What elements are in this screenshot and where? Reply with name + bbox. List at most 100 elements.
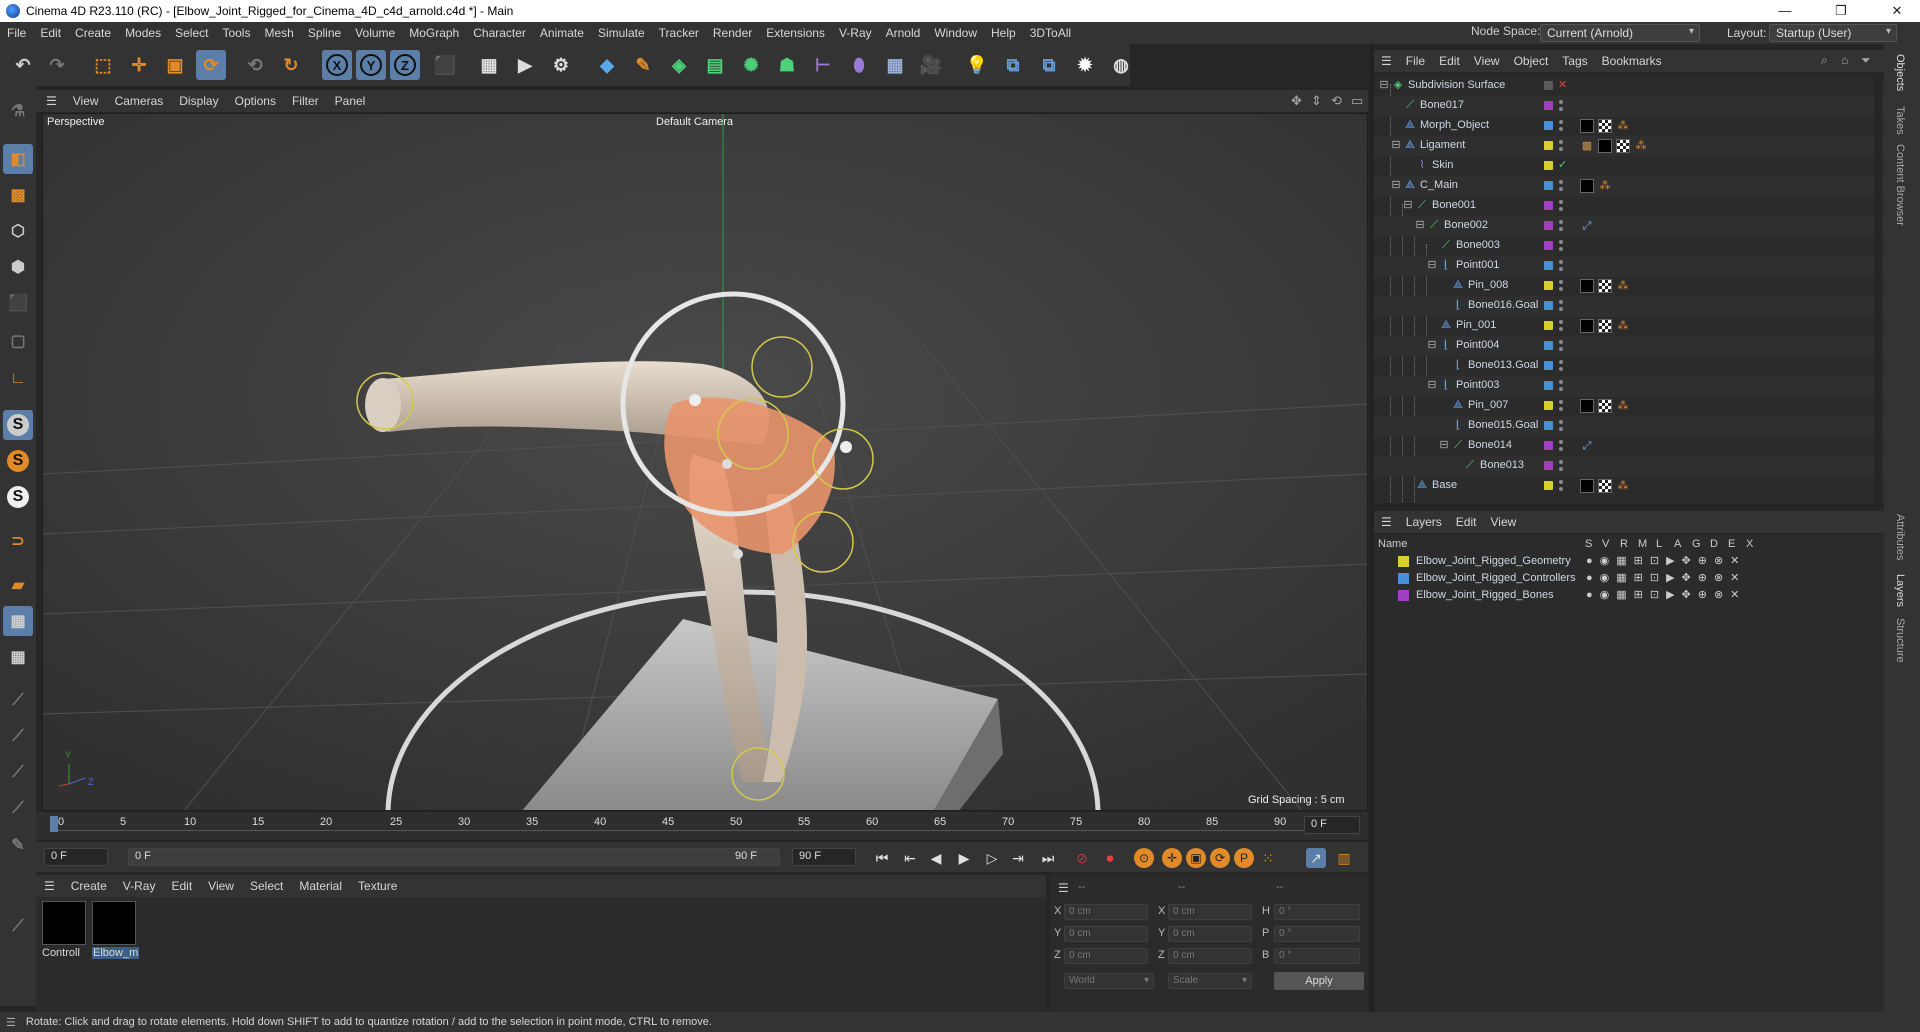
- menu-help[interactable]: Help: [984, 26, 1023, 40]
- hamburger-icon[interactable]: ☰: [0, 1016, 26, 1029]
- visibility-dots[interactable]: [1559, 99, 1563, 113]
- object-row-pin-001[interactable]: ⟁ Pin_001 ⁂: [1374, 316, 1884, 336]
- morph-tag-icon[interactable]: ⁂: [1598, 179, 1612, 193]
- tab-layers[interactable]: Layers: [1894, 574, 1906, 607]
- weight-tag-icon[interactable]: ▩: [1580, 139, 1594, 153]
- menu-mesh[interactable]: Mesh: [257, 26, 300, 40]
- visibility-dots[interactable]: [1559, 419, 1563, 433]
- menu-animate[interactable]: Animate: [533, 26, 591, 40]
- visibility-dots[interactable]: [1559, 199, 1563, 213]
- menu-tools[interactable]: Tools: [215, 26, 257, 40]
- collapse-icon[interactable]: ⊟: [1426, 339, 1438, 351]
- visibility-dots[interactable]: [1559, 339, 1563, 353]
- menu-edit[interactable]: Edit: [33, 26, 68, 40]
- snap-icon[interactable]: S: [3, 410, 33, 440]
- menu-tracker[interactable]: Tracker: [652, 26, 706, 40]
- auto-key-icon[interactable]: ⏺: [1100, 848, 1120, 868]
- snap-white-icon[interactable]: S: [3, 482, 33, 512]
- viewport-menu-panel[interactable]: Panel: [327, 94, 374, 108]
- object-row-bone002[interactable]: ⊟ ⟋ Bone002 ⤢: [1374, 216, 1884, 236]
- object-row-point003[interactable]: ⊟ ⌊ Point003: [1374, 376, 1884, 396]
- object-row-bone014[interactable]: ⊟ ⟋ Bone014 ⤢: [1374, 436, 1884, 456]
- playhead[interactable]: [50, 816, 58, 832]
- coord-mode-dropdown[interactable]: Scale ▾: [1168, 973, 1252, 989]
- key-pla-icon[interactable]: ⁙: [1258, 848, 1278, 868]
- layer-menu-view[interactable]: View: [1483, 515, 1523, 529]
- size-x-field[interactable]: 0 cm: [1168, 904, 1252, 920]
- menu-select[interactable]: Select: [168, 26, 215, 40]
- texture-tag-icon[interactable]: [1598, 319, 1612, 333]
- maximize-view-icon[interactable]: ▭: [1351, 93, 1363, 109]
- layer-menu-layers[interactable]: Layers: [1399, 515, 1449, 529]
- render-settings-icon[interactable]: ⚙: [546, 50, 576, 80]
- material-menu-texture[interactable]: Texture: [350, 879, 405, 893]
- key-parameter-icon[interactable]: P: [1234, 848, 1254, 868]
- tab-objects[interactable]: Objects: [1894, 54, 1906, 91]
- menu-extensions[interactable]: Extensions: [759, 26, 832, 40]
- col-animation[interactable]: A: [1674, 538, 1681, 550]
- next-frame-icon[interactable]: ▷: [982, 848, 1002, 868]
- object-menu-tags[interactable]: Tags: [1555, 54, 1594, 68]
- hamburger-icon[interactable]: ☰: [1058, 881, 1069, 895]
- python2-icon[interactable]: ⧉: [1034, 50, 1064, 80]
- material-tag-icon[interactable]: [1598, 139, 1612, 153]
- current-frame-field[interactable]: 0 F: [1304, 816, 1360, 834]
- grid-lock-icon[interactable]: ▦: [3, 642, 33, 672]
- texture-tag-icon[interactable]: [1616, 139, 1630, 153]
- deformer-icon[interactable]: ⊢: [808, 50, 838, 80]
- close-button[interactable]: ✕: [1874, 0, 1920, 22]
- material-tag-icon[interactable]: [1580, 119, 1594, 133]
- col-expressions[interactable]: E: [1728, 538, 1735, 550]
- dolly-view-icon[interactable]: ⇕: [1311, 93, 1322, 109]
- size-y-field[interactable]: 0 cm: [1168, 926, 1252, 942]
- material-swatch-elbow[interactable]: [92, 901, 136, 945]
- material-menu-view[interactable]: View: [200, 879, 242, 893]
- collapse-icon[interactable]: ⊟: [1390, 139, 1402, 151]
- layer-color-swatch[interactable]: [1544, 261, 1553, 270]
- next-key-icon[interactable]: ⇥: [1008, 848, 1028, 868]
- visibility-dots[interactable]: [1559, 399, 1563, 413]
- object-row-pin-007[interactable]: ⟁ Pin_007 ⁂: [1374, 396, 1884, 416]
- tab-attributes[interactable]: Attributes: [1894, 514, 1906, 560]
- uv-mode-icon[interactable]: ▢: [3, 326, 33, 356]
- layer-color-swatch[interactable]: [1398, 556, 1409, 567]
- previous-frame-icon[interactable]: ◀: [926, 848, 946, 868]
- object-row-bone003[interactable]: ⟋ Bone003: [1374, 236, 1884, 256]
- layer-color-swatch[interactable]: [1544, 81, 1553, 90]
- material-menu-edit[interactable]: Edit: [163, 879, 200, 893]
- maximize-button[interactable]: ❐: [1818, 0, 1864, 22]
- menu-simulate[interactable]: Simulate: [591, 26, 652, 40]
- layer-color-swatch[interactable]: [1544, 201, 1553, 210]
- motion-path-icon[interactable]: ↗: [1306, 848, 1326, 868]
- object-menu-file[interactable]: File: [1399, 54, 1432, 68]
- python-icon[interactable]: ⧉: [998, 50, 1028, 80]
- visibility-dots[interactable]: [1559, 179, 1563, 193]
- col-manager[interactable]: M: [1638, 538, 1647, 550]
- ik-tag-icon[interactable]: ⤢: [1580, 219, 1594, 233]
- visibility-dots[interactable]: [1559, 379, 1563, 393]
- brush-icon[interactable]: ✎: [3, 830, 33, 860]
- object-row-bone017[interactable]: ⟋ Bone017: [1374, 96, 1884, 116]
- object-row-bone016-goal[interactable]: ⌊ Bone016.Goal: [1374, 296, 1884, 316]
- globe-icon[interactable]: ◍: [1106, 50, 1136, 80]
- viewport-menu-display[interactable]: Display: [171, 94, 226, 108]
- render-region-icon[interactable]: ▦: [474, 50, 504, 80]
- timeline-ruler[interactable]: 0 5 10 15 20 25 30 35 40 45 50 55 60 65 …: [36, 812, 1368, 840]
- sculpt-p-icon[interactable]: ⟋: [3, 722, 33, 752]
- hamburger-icon[interactable]: ☰: [36, 879, 63, 893]
- menu-render[interactable]: Render: [706, 26, 759, 40]
- extrude-icon[interactable]: ▤: [700, 50, 730, 80]
- object-menu-bookmarks[interactable]: Bookmarks: [1595, 54, 1669, 68]
- material-tag-icon[interactable]: [1580, 319, 1594, 333]
- object-row-bone001[interactable]: ⊟ ⟋ Bone001: [1374, 196, 1884, 216]
- layer-color-swatch[interactable]: [1544, 321, 1553, 330]
- gear-icon[interactable]: ✹: [1070, 50, 1100, 80]
- collapse-icon[interactable]: ⊟: [1390, 179, 1402, 191]
- camera-label[interactable]: Default Camera: [656, 116, 733, 128]
- layer-row-controllers[interactable]: Elbow_Joint_Rigged_Controllers ●◉▦⊞⊡▶✥⊕⊗…: [1374, 570, 1884, 587]
- texture-tag-icon[interactable]: [1598, 119, 1612, 133]
- object-row-ligament[interactable]: ⊟ ⟁ Ligament ▩ ⁂: [1374, 136, 1884, 156]
- layer-color-swatch[interactable]: [1544, 181, 1553, 190]
- cloner-icon[interactable]: ✺: [736, 50, 766, 80]
- home-icon[interactable]: ⌂: [1841, 53, 1848, 67]
